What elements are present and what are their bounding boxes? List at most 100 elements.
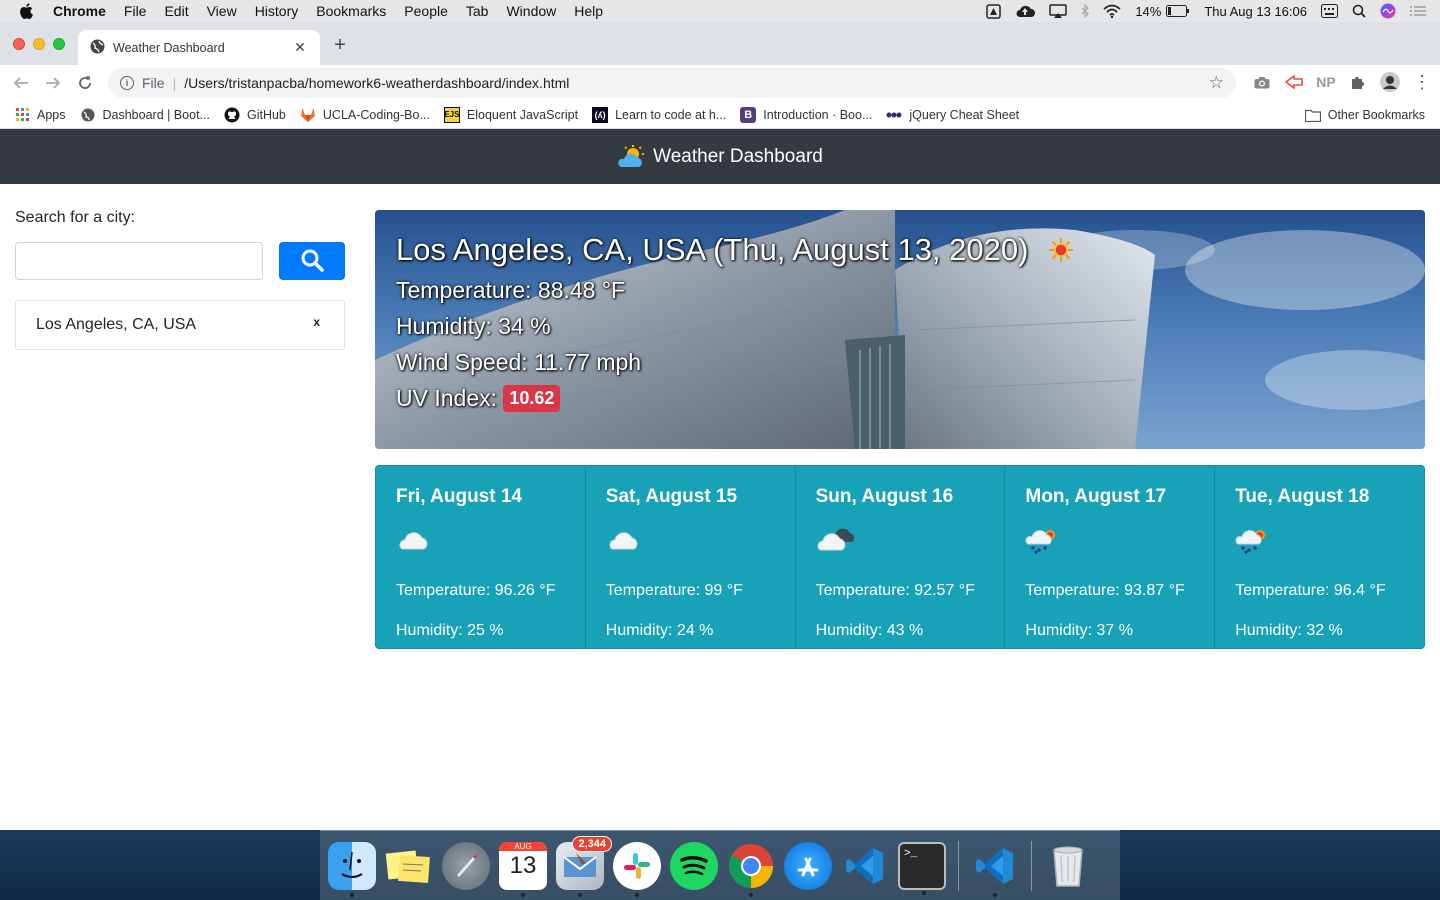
forecast-card: Sat, August 15 Temperature: 99 °F Humidi…: [586, 466, 796, 648]
menu-app-name[interactable]: Chrome: [53, 3, 106, 19]
stickies-icon[interactable]: [385, 842, 433, 890]
running-indicator: [578, 892, 582, 897]
menu-bookmarks[interactable]: Bookmarks: [316, 3, 386, 19]
city-search-input[interactable]: [15, 242, 263, 280]
url-separator: |: [172, 75, 177, 91]
launchpad-icon[interactable]: [442, 841, 490, 890]
bluetooth-icon[interactable]: [1081, 4, 1090, 18]
reload-button[interactable]: [73, 71, 97, 95]
vscode-icon[interactable]: [971, 842, 1019, 897]
menu-tab[interactable]: Tab: [466, 3, 489, 19]
menu-window[interactable]: Window: [506, 3, 556, 19]
trash-icon[interactable]: [1044, 842, 1092, 890]
mail-icon[interactable]: 2,344: [556, 835, 612, 897]
spotlight-search-icon[interactable]: [1352, 4, 1366, 18]
current-weather-text: Los Angeles, CA, USA (Thu, August 13, 20…: [396, 232, 1074, 412]
bookmark-label: Apps: [37, 107, 66, 122]
freecodecamp-icon: (ʎ): [592, 106, 609, 123]
current-wind-speed: Wind Speed: 11.77 mph: [396, 349, 642, 375]
search-history-item[interactable]: Los Angeles, CA, USA x: [15, 300, 345, 350]
tab-weather-dashboard[interactable]: Weather Dashboard ✕: [78, 30, 320, 65]
close-window-button[interactable]: [13, 38, 25, 50]
bookmark-label: Other Bookmarks: [1327, 108, 1425, 122]
tab-close-icon[interactable]: ✕: [288, 39, 312, 56]
current-temperature: Temperature: 88.48 °F: [396, 277, 626, 303]
bookmark-label: Learn to code at h...: [615, 107, 727, 122]
notification-center-icon[interactable]: [1410, 5, 1426, 17]
globe-icon: [80, 107, 96, 123]
keyboard-icon[interactable]: [1321, 4, 1338, 18]
finder-icon[interactable]: [328, 841, 376, 897]
apple-icon[interactable]: [19, 3, 39, 19]
running-indicator: [749, 892, 753, 897]
zoom-window-button[interactable]: [53, 38, 65, 50]
bookmark-dashboard[interactable]: Dashboard | Boot...: [80, 107, 210, 123]
status-area: 14% Thu Aug 13 16:06: [972, 0, 1440, 22]
cloud-upload-icon[interactable]: [1015, 4, 1036, 18]
slack-icon[interactable]: [613, 841, 661, 897]
chrome-icon[interactable]: [727, 842, 775, 897]
puzzle-extensions-icon[interactable]: [1348, 71, 1368, 93]
bookmark-github[interactable]: GitHub: [224, 107, 286, 123]
new-tab-button[interactable]: +: [330, 34, 350, 57]
current-humidity: Humidity: 34 %: [396, 313, 551, 339]
forecast-temperature: Temperature: 93.87 °F: [1025, 582, 1185, 599]
current-city-date: Los Angeles, CA, USA (Thu, August 13, 20…: [396, 232, 1029, 267]
dock-separator: [958, 840, 959, 891]
bookmark-learn-to-code[interactable]: (ʎ) Learn to code at h...: [592, 106, 727, 123]
menu-history[interactable]: History: [255, 3, 299, 19]
forecast-humidity: Humidity: 25 %: [396, 622, 504, 639]
bookmark-bootstrap[interactable]: B Introduction · Boo...: [740, 106, 872, 123]
menu-file[interactable]: File: [124, 3, 147, 19]
bookmark-eloquent-js[interactable]: EJS Eloquent JavaScript: [443, 106, 578, 123]
url-text[interactable]: /Users/tristanpacba/homework6-weatherdas…: [184, 75, 1209, 91]
np-extension-icon[interactable]: NP: [1316, 71, 1336, 93]
app-store-icon[interactable]: [784, 841, 832, 890]
search-button[interactable]: [279, 242, 345, 280]
bookmark-apps[interactable]: Apps: [14, 107, 66, 123]
remove-history-button[interactable]: x: [313, 315, 320, 329]
back-button[interactable]: [9, 71, 33, 95]
address-bar[interactable]: i File | /Users/tristanpacba/homework6-w…: [108, 68, 1236, 98]
mail-unread-badge: 2,344: [572, 835, 612, 852]
calendar-month: AUG: [499, 841, 547, 851]
menu-view[interactable]: View: [207, 3, 237, 19]
wifi-icon[interactable]: [1103, 4, 1121, 18]
screencast-icon[interactable]: [1284, 71, 1304, 93]
bootstrap-icon: B: [740, 106, 757, 123]
camera-icon[interactable]: [1252, 71, 1272, 93]
siri-icon[interactable]: [1380, 3, 1396, 19]
forward-button[interactable]: [41, 71, 65, 95]
terminal-icon[interactable]: >_: [898, 841, 946, 895]
calendar-icon[interactable]: AUG 13: [499, 841, 547, 897]
forecast-humidity: Humidity: 37 %: [1025, 622, 1133, 639]
github-icon: [224, 107, 240, 123]
vscode-icon[interactable]: [841, 842, 889, 890]
bookmark-jquery[interactable]: jQuery Cheat Sheet: [886, 107, 1019, 123]
forecast-card: Sun, August 16 Temperature: 92.57 °F Hum…: [796, 466, 1006, 648]
chrome-menu-icon[interactable]: ⋮: [1412, 71, 1432, 93]
dots-icon: [886, 107, 902, 123]
bookmark-star-icon[interactable]: ☆: [1209, 73, 1224, 93]
menu-edit[interactable]: Edit: [164, 3, 188, 19]
clock[interactable]: Thu Aug 13 16:06: [1204, 4, 1307, 19]
minimize-window-button[interactable]: [33, 38, 45, 50]
menu-people[interactable]: People: [404, 3, 448, 19]
battery-icon[interactable]: [1166, 5, 1190, 17]
site-info-icon[interactable]: i: [120, 76, 134, 90]
menu-help[interactable]: Help: [574, 3, 603, 19]
airplay-icon[interactable]: [1049, 4, 1068, 18]
uv-label: UV Index:: [396, 385, 497, 411]
spotify-icon[interactable]: [670, 841, 718, 890]
cloud-icon: [396, 520, 585, 560]
page-content: Weather Dashboard Search for a city: Los…: [0, 129, 1440, 830]
drive-icon[interactable]: [986, 3, 1002, 19]
terminal-prompt-glyph: >_: [904, 847, 918, 860]
forecast-date: Fri, August 14: [396, 486, 522, 507]
profile-avatar[interactable]: [1380, 71, 1400, 93]
bookmark-label: UCLA-Coding-Bo...: [322, 107, 430, 122]
url-scheme-label: File: [142, 75, 165, 91]
bookmark-other[interactable]: Other Bookmarks: [1304, 107, 1425, 123]
bookmark-gitlab[interactable]: UCLA-Coding-Bo...: [300, 107, 430, 123]
history-city-label: Los Angeles, CA, USA: [36, 316, 197, 333]
